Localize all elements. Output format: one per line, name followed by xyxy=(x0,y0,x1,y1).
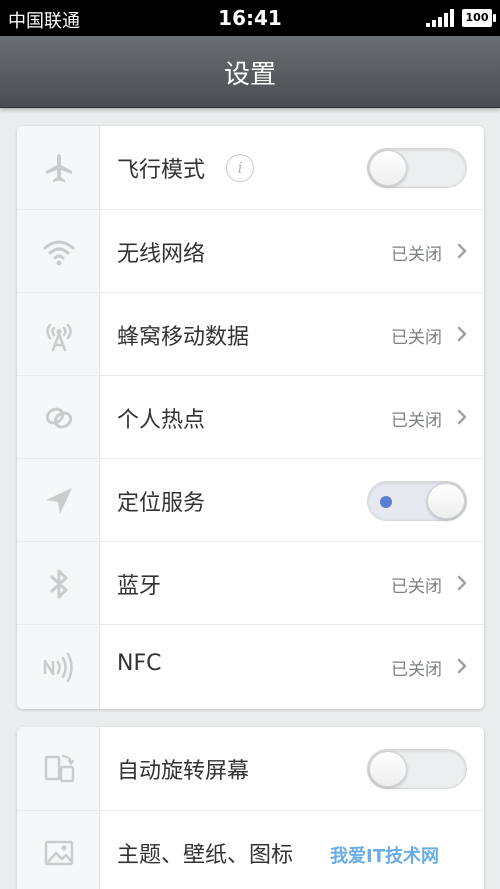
wifi-icon xyxy=(43,240,75,266)
setting-status: 已关闭 xyxy=(391,245,442,265)
airplane-icon xyxy=(46,154,72,182)
setting-cellular-data[interactable]: 蜂窝移动数据 已关闭 xyxy=(17,292,484,375)
status-bar: 中国联通 16:41 100 xyxy=(0,0,500,36)
setting-bluetooth[interactable]: 蓝牙 已关闭 xyxy=(17,541,484,624)
setting-status: 已关闭 xyxy=(391,328,442,348)
setting-label: 飞行模式 xyxy=(117,158,206,183)
setting-label: 蓝牙 xyxy=(117,574,162,599)
setting-status: 已关闭 xyxy=(391,660,442,680)
chevron-right-icon xyxy=(457,409,467,425)
setting-airplane-mode[interactable]: 飞行模式 i xyxy=(17,126,484,209)
signal-strength-icon xyxy=(426,9,454,27)
setting-auto-rotate[interactable]: 自动旋转屏幕 xyxy=(17,727,484,810)
page-title: 设置 xyxy=(223,60,276,90)
image-icon xyxy=(44,840,74,866)
watermark: 我爱IT技术网 xyxy=(330,846,439,867)
bluetooth-icon xyxy=(50,569,68,599)
toggle-knob xyxy=(369,751,407,787)
auto-rotate-toggle[interactable] xyxy=(367,749,467,789)
setting-label: 蜂窝移动数据 xyxy=(117,325,250,350)
chevron-right-icon xyxy=(457,243,467,259)
toggle-knob xyxy=(369,150,407,186)
location-services-toggle[interactable] xyxy=(367,481,467,521)
hotspot-link-icon xyxy=(45,407,73,429)
setting-label: 无线网络 xyxy=(117,242,206,267)
setting-status: 已关闭 xyxy=(391,577,442,597)
chevron-right-icon xyxy=(457,658,467,674)
airplane-mode-toggle[interactable] xyxy=(367,148,467,188)
nfc-icon xyxy=(43,652,73,683)
setting-status: 已关闭 xyxy=(391,411,442,431)
settings-group-connectivity: 飞行模式 i 无线网络 已关闭 蜂窝移动数据 已关闭 个人热点 已关闭 定位服务… xyxy=(17,126,484,709)
battery-icon: 100 xyxy=(462,9,496,27)
clock: 16:41 xyxy=(218,6,282,30)
setting-label: 定位服务 xyxy=(117,491,206,516)
cellular-antenna-icon xyxy=(46,323,72,352)
title-bar: 设置 xyxy=(0,36,500,108)
setting-label: 个人热点 xyxy=(117,408,206,433)
toggle-on-indicator xyxy=(380,496,392,508)
info-icon[interactable]: i xyxy=(226,154,254,182)
setting-label: NFC xyxy=(117,651,162,676)
setting-personal-hotspot[interactable]: 个人热点 已关闭 xyxy=(17,375,484,458)
setting-nfc[interactable]: NFC 已关闭 xyxy=(17,624,484,707)
location-arrow-icon xyxy=(46,488,72,514)
chevron-right-icon xyxy=(457,326,467,342)
setting-label: 主题、壁纸、图标 xyxy=(117,843,294,868)
setting-location-services[interactable]: 定位服务 xyxy=(17,458,484,541)
setting-wifi[interactable]: 无线网络 已关闭 xyxy=(17,209,484,292)
rotate-screen-icon xyxy=(44,755,75,783)
chevron-right-icon xyxy=(457,575,467,591)
toggle-knob xyxy=(427,483,465,519)
setting-label: 自动旋转屏幕 xyxy=(117,759,250,784)
